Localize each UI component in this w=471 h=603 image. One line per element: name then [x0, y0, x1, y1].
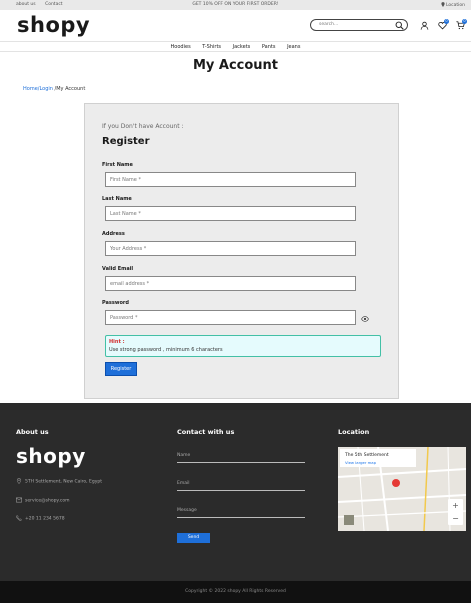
password-field[interactable]: Password *	[105, 310, 356, 325]
last-name-field[interactable]: Last Name *	[105, 206, 356, 221]
footer-about-heading: About us	[16, 428, 49, 436]
location-link[interactable]: Location	[440, 2, 465, 8]
category-nav: Hoodies T-Shirts Jackets Pants Jeans	[0, 41, 471, 52]
last-name-label: Last Name	[102, 196, 132, 202]
address-label: Address	[102, 231, 125, 237]
location-label: Location	[445, 3, 465, 8]
footer-email: service@shopy.com	[16, 497, 70, 504]
breadcrumb-home[interactable]: Home	[23, 86, 38, 92]
mail-icon	[16, 497, 22, 503]
header: shopy search... 0 0	[0, 10, 471, 42]
zoom-in-icon[interactable]: +	[448, 499, 463, 512]
map-zoom-control[interactable]: + −	[448, 499, 463, 525]
contact-message-field[interactable]: Message	[177, 508, 305, 518]
footer-location-heading: Location	[338, 428, 370, 436]
cart-badge: 0	[462, 19, 467, 24]
wishlist-badge: 0	[444, 19, 449, 24]
register-subtitle: If you Don't have Account :	[102, 123, 184, 130]
search-icon[interactable]	[395, 21, 404, 30]
contact-email-field[interactable]: Email	[177, 481, 305, 491]
footer-contact-heading: Contact with us	[177, 428, 235, 436]
breadcrumb-current: /My Account	[52, 86, 86, 92]
footer-logo[interactable]: shopy	[16, 444, 86, 468]
user-icon[interactable]	[420, 21, 429, 30]
top-bar: about us Contact GET 10% OFF ON YOUR FIR…	[0, 0, 471, 10]
address-field[interactable]: Your Address *	[105, 241, 356, 256]
search-box[interactable]: search...	[310, 19, 408, 31]
map-place-name: The 5th Settlement	[345, 453, 389, 458]
nav-item-jackets[interactable]: Jackets	[233, 44, 251, 50]
register-title: Register	[102, 136, 150, 147]
map-info-card: The 5th Settlement View larger map	[340, 449, 416, 467]
breadcrumb-login[interactable]: /Login	[38, 86, 53, 92]
first-name-field[interactable]: First Name *	[105, 172, 356, 187]
map-larger-link[interactable]: View larger map	[345, 460, 376, 465]
password-hint: Hint : Use strong password , minimum 6 c…	[105, 335, 381, 357]
location-icon	[440, 2, 445, 7]
nav-item-jeans[interactable]: Jeans	[287, 44, 300, 50]
send-button[interactable]: Send	[177, 533, 210, 543]
hint-text: Use strong password , minimum 6 characte…	[109, 347, 223, 353]
footer-phone: +20 11 234 5678	[16, 515, 65, 522]
first-name-label: First Name	[102, 162, 133, 168]
address-text: 5TH Settlement, New Cairo, Egypt	[25, 479, 102, 485]
contact-name-field[interactable]: Name	[177, 453, 305, 463]
breadcrumb: Home/Login /My Account	[23, 86, 85, 92]
zoom-out-icon[interactable]: −	[448, 512, 463, 525]
phone-icon	[16, 515, 22, 521]
footer-address: 5TH Settlement, New Cairo, Egypt	[16, 478, 102, 485]
location-map[interactable]: The 5th Settlement View larger map + −	[338, 447, 466, 531]
email-label: Valid Email	[102, 266, 134, 272]
nav-item-pants[interactable]: Pants	[262, 44, 276, 50]
register-card: If you Don't have Account : Register Fir…	[84, 103, 399, 399]
register-button[interactable]: Register	[105, 362, 137, 376]
email-field[interactable]: email address *	[105, 276, 356, 291]
page-title: My Account	[192, 58, 279, 73]
email-text[interactable]: service@shopy.com	[25, 499, 70, 504]
copyright: Copyright © 2022 shopy All Rights Reserv…	[0, 581, 471, 603]
phone-text: +20 11 234 5678	[25, 516, 65, 522]
pin-icon	[16, 478, 22, 484]
eye-icon[interactable]	[361, 315, 369, 323]
promo-text: GET 10% OFF ON YOUR FIRST ORDER!	[192, 2, 279, 7]
logo[interactable]: shopy	[17, 13, 90, 37]
footer: About us shopy 5TH Settlement, New Cairo…	[0, 403, 471, 581]
nav-item-tshirts[interactable]: T-Shirts	[202, 44, 221, 50]
nav-item-hoodies[interactable]: Hoodies	[171, 44, 191, 50]
password-label: Password	[102, 300, 129, 306]
hint-title: Hint :	[109, 339, 125, 345]
search-input[interactable]: search...	[319, 22, 338, 27]
